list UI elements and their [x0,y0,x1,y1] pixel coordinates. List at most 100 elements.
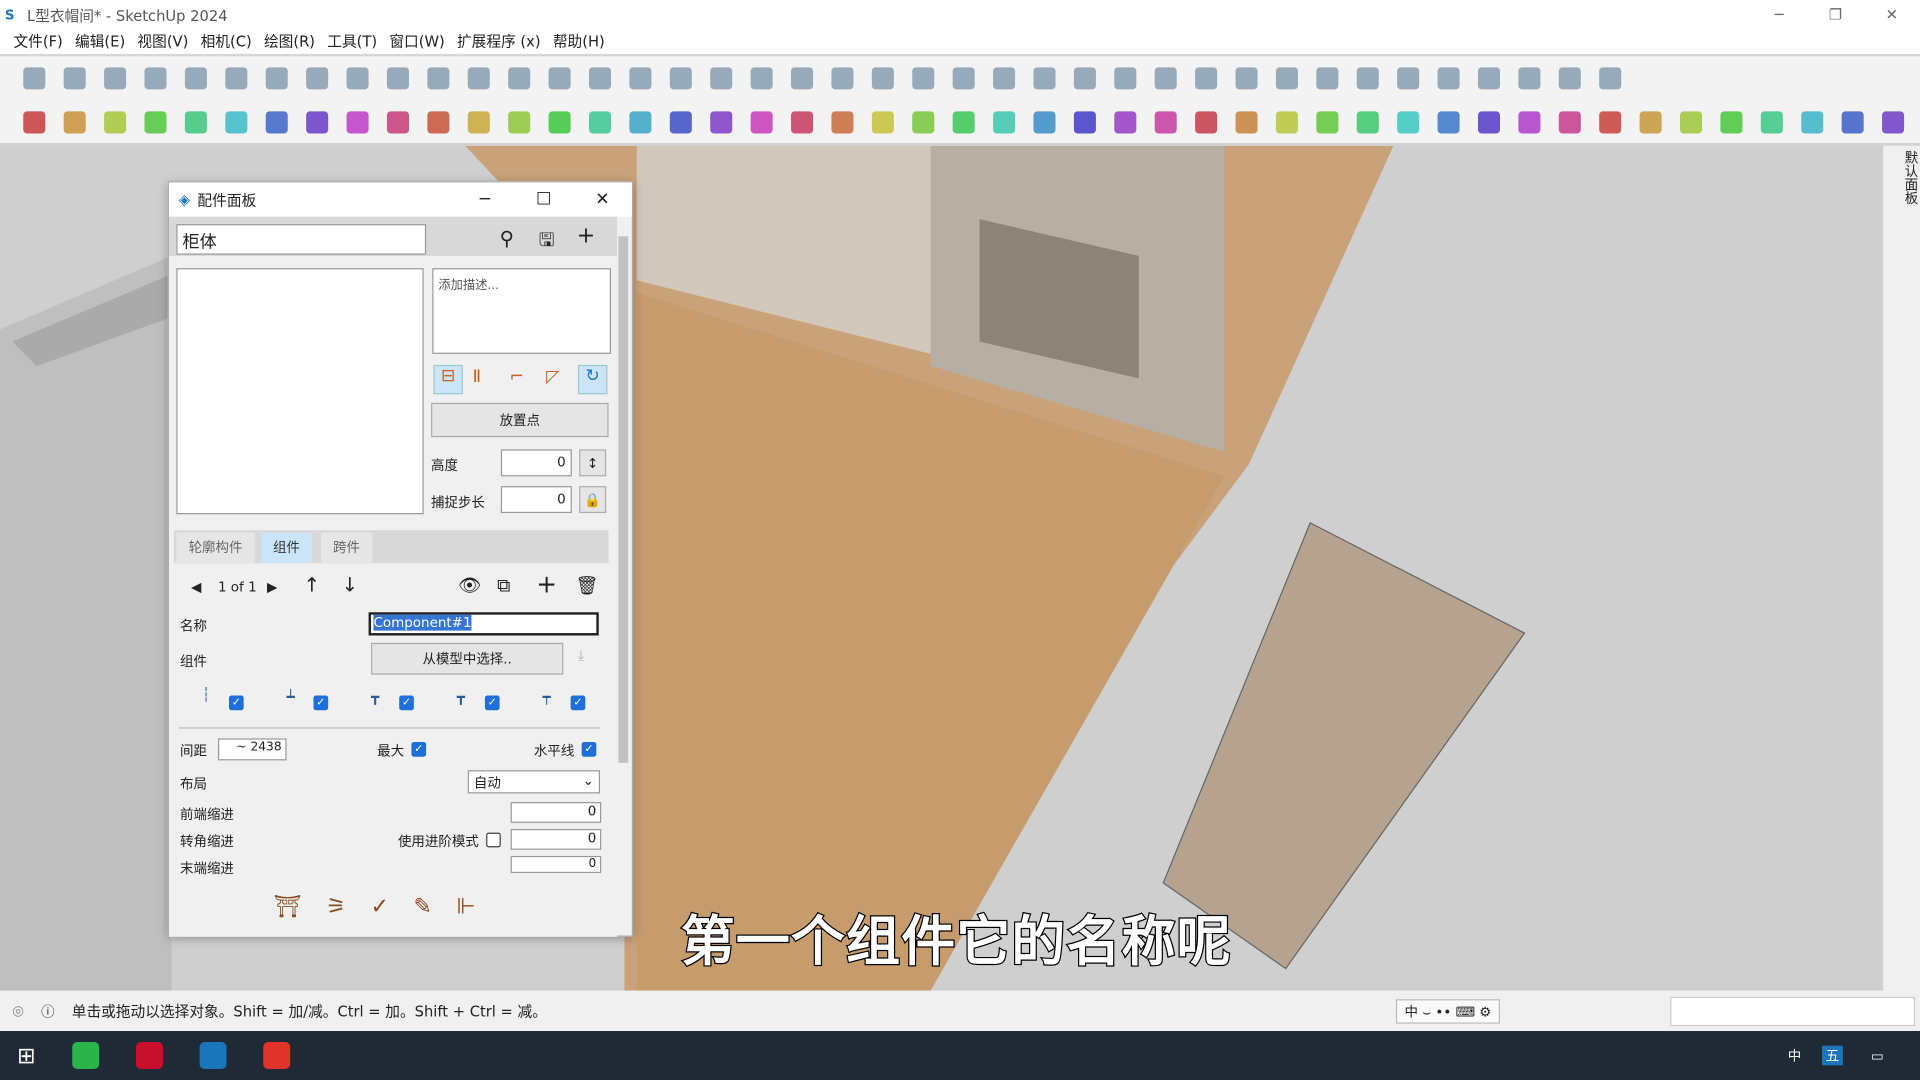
stairs-icon[interactable] [179,106,213,138]
fold-icon[interactable] [300,106,334,138]
taskbar-ime[interactable]: 中 [1788,1046,1801,1066]
autocad-icon[interactable] [136,1042,163,1069]
menu-extensions[interactable]: 扩展程序 (x) [451,29,547,53]
cut-icon[interactable] [381,106,415,138]
paste-icon[interactable] [219,62,253,94]
save-icon[interactable]: 🖫 [539,228,555,259]
eyedropper-icon[interactable]: ✎ [413,893,431,919]
add-component-icon[interactable]: + [536,569,557,598]
max-checkbox[interactable]: ✓ [411,742,427,757]
share-icon[interactable] [1108,62,1142,94]
cloud-icon[interactable] [1391,62,1425,94]
default-tray-tab[interactable]: 默认面板 [1883,145,1920,991]
layout-select[interactable]: 自动 ⌄ [467,770,601,794]
tab-span[interactable]: 跨件 [320,532,373,564]
wireframe-icon[interactable] [785,62,819,94]
panel-icon[interactable] [1836,106,1870,138]
cup-icon[interactable] [1512,106,1546,138]
rose-icon[interactable] [1755,106,1789,138]
tab-components[interactable]: 组件 [260,532,313,564]
search-icon[interactable]: ⚲ [500,227,514,250]
next-icon[interactable]: ▶ [267,579,277,595]
align-slant-icon[interactable]: ◸ [546,367,559,387]
hook2-icon[interactable] [1351,106,1385,138]
model-info-icon[interactable] [421,62,455,94]
align-corner-icon[interactable]: ⌐ [509,367,523,387]
checkbox-1[interactable]: ✓ [228,695,244,711]
grid-icon[interactable] [1795,106,1829,138]
windows-icon[interactable] [1472,62,1506,94]
end-indent-field[interactable]: 0 [510,855,602,874]
snap-step-field[interactable]: 0 [500,486,572,514]
xray-icon[interactable] [744,62,778,94]
frame-tool-icon[interactable]: ⛩ [274,893,302,919]
wood2-icon[interactable] [1876,106,1910,138]
cone-icon[interactable] [1229,106,1263,138]
white-icon[interactable] [744,106,778,138]
checker-icon[interactable] [1351,62,1385,94]
left-view-icon[interactable] [664,62,698,94]
info-icon[interactable] [1512,62,1546,94]
yellow-icon[interactable] [623,106,657,138]
front-indent-field[interactable]: 0 [510,802,602,823]
refresh-icon[interactable]: ↻ [577,364,608,395]
print-icon[interactable] [381,62,415,94]
iso-view-icon[interactable] [462,62,496,94]
box2-icon[interactable] [1633,106,1667,138]
start-icon[interactable]: ⊞ [17,1043,35,1069]
select-from-model-button[interactable]: 从模型中选择.. [371,642,564,675]
eye-icon[interactable]: 👁 [458,574,481,596]
paint-icon[interactable] [98,106,132,138]
blue2-icon[interactable] [583,106,617,138]
spacing-field[interactable]: ~ 2438 [217,738,287,761]
taskbar-ime2[interactable]: 五 [1822,1045,1843,1066]
right-view-icon[interactable] [583,62,617,94]
tab-profile[interactable]: 轮廓构件 [176,532,255,564]
cart-icon[interactable] [1553,62,1587,94]
ruler-icon[interactable] [340,106,374,138]
cross-green-icon[interactable] [1149,106,1183,138]
close-button[interactable]: ✕ [1864,0,1920,29]
place-point-button[interactable]: 放置点 [431,402,609,438]
panel-maximize-button[interactable]: ☐ [514,182,573,216]
table-icon[interactable] [866,106,900,138]
eraser-icon[interactable] [138,106,172,138]
panel-close-button[interactable]: ✕ [573,182,632,216]
bottom-view-icon[interactable] [704,62,738,94]
frame-icon[interactable] [462,106,496,138]
hook-icon[interactable] [421,106,455,138]
curve-icon[interactable] [1391,106,1425,138]
checkbox-5[interactable]: ✓ [570,695,586,711]
account-icon[interactable] [1593,62,1627,94]
duplicate-icon[interactable]: ⧉ [497,574,510,596]
height-field[interactable]: 0 [500,449,572,477]
menu-help[interactable]: 帮助(H) [547,29,611,53]
warehouse-icon[interactable] [987,62,1021,94]
menu-edit[interactable]: 编辑(E) [69,29,131,53]
align-both-icon[interactable]: ⊟ [433,364,463,395]
description-textarea[interactable]: 添加描述... [432,268,612,354]
geo-icon[interactable]: ◎ [12,1003,24,1019]
move-icon[interactable] [1472,106,1506,138]
undo-red-icon[interactable] [1553,106,1587,138]
check-tool-icon[interactable]: ✓ [370,893,388,919]
prev-icon[interactable]: ◀ [191,579,201,595]
frame2-icon[interactable] [502,106,536,138]
copy-icon[interactable] [179,62,213,94]
menu-draw[interactable]: 绘图(R) [258,29,321,53]
lock-icon[interactable]: 🔒 [579,486,607,514]
measurements-box[interactable] [1670,996,1916,1026]
label-tool-icon[interactable]: ⊩ [456,893,475,919]
open-icon[interactable] [58,62,92,94]
rack-tool-icon[interactable]: ⚞ [326,893,346,919]
hidden-line-icon[interactable] [825,62,859,94]
box3-icon[interactable] [1714,106,1748,138]
cross-blue-icon[interactable] [1189,106,1223,138]
green2-icon[interactable] [1593,106,1627,138]
undo-icon[interactable] [300,62,334,94]
pick-icon[interactable]: ⤓ [578,648,584,665]
tree-icon[interactable] [1270,106,1304,138]
green-icon[interactable] [664,106,698,138]
minimize-button[interactable]: ─ [1751,0,1807,29]
sketchup-taskbar-icon[interactable] [199,1042,227,1069]
